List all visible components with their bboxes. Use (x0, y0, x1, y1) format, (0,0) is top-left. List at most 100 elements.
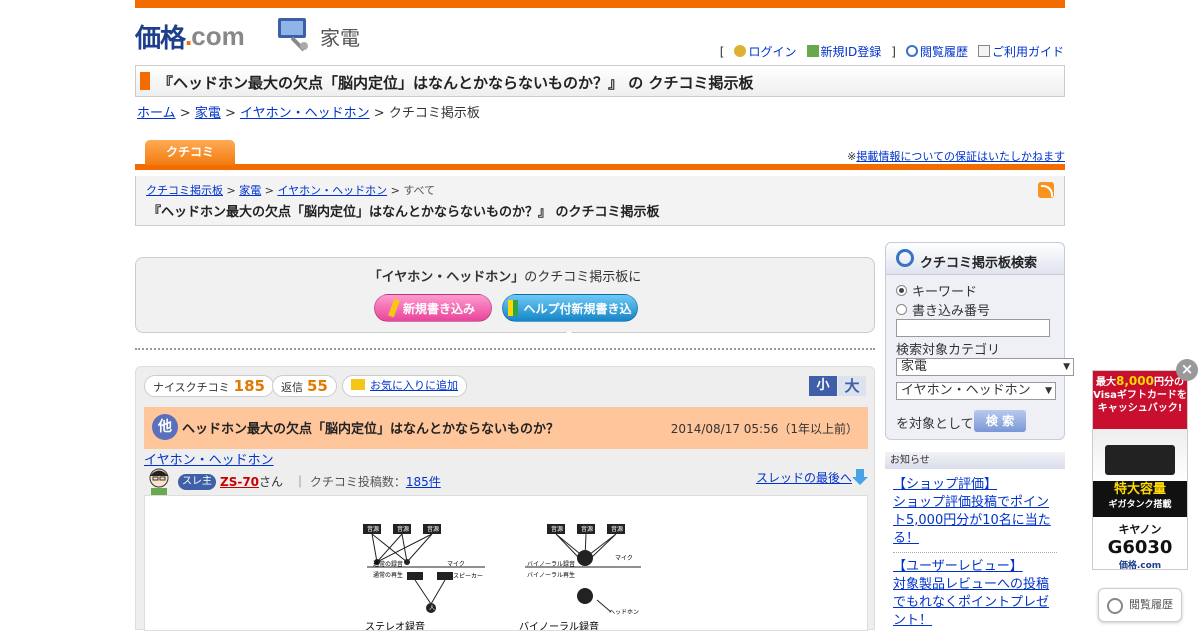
bracket-open: [ (719, 44, 725, 59)
down-arrow-icon (852, 469, 868, 485)
radio-keyword-dot[interactable] (896, 285, 907, 296)
diagram-label: マイク (447, 561, 465, 568)
news-item-review-body[interactable]: 対象製品レビューへの投稿でもれなくポイントプレゼント！ (893, 577, 1049, 628)
news-panel: お知らせ 【ショップ評価】 ショップ評価投稿でポイント5,000円分が10名に当… (885, 452, 1065, 630)
news-item-shop-body[interactable]: ショップ評価投稿でポイント5,000円分が10名に当たる！ (893, 495, 1051, 546)
rss-icon[interactable] (1038, 182, 1054, 198)
favorite-link[interactable]: お気に入りに追加 (370, 379, 458, 392)
post-count-label: クチコミ投稿数： (309, 475, 406, 489)
diagram-label: 音源 (367, 525, 379, 533)
news-item-shop-title[interactable]: 【ショップ評価】 (893, 477, 997, 492)
search-header: クチコミ掲示板検索 (886, 243, 1064, 275)
radio-number-dot[interactable] (896, 304, 907, 315)
post-count-link[interactable]: 185件 (406, 475, 441, 489)
reply-count: 55 (307, 377, 328, 395)
thread-header: 他 ヘッドホン最大の欠点「脳内定位」はなんとかならないものか？ 2014/08/… (144, 407, 868, 449)
printer-image (1093, 429, 1187, 481)
ad-model: G6030 (1107, 537, 1173, 558)
category-select-1[interactable]: 家電 (896, 358, 1074, 376)
nice-count: 185 (233, 377, 265, 395)
font-large-button[interactable]: 大 (838, 376, 866, 396)
title-marker (140, 72, 150, 90)
thread-date: 2014/08/17 05:56（1年以上前） (670, 422, 858, 436)
to-last-link[interactable]: スレッドの最後へ (756, 469, 868, 486)
history-link[interactable]: 閲覧履歴 (905, 43, 968, 60)
radio-number[interactable]: 書き込み番号 (896, 300, 990, 319)
tab-kuchikomi[interactable]: クチコミ (145, 140, 235, 165)
user-avatar[interactable] (146, 467, 172, 497)
news-divider (893, 552, 1057, 553)
binaural-diagram: 音源 音源 音源 通常の録音 通常の再生 マイク スピーカー 人 音源 音源 音… (363, 524, 641, 633)
sub-crumb-sep: > (264, 184, 274, 197)
help-post-button[interactable]: ヘルプ付新規書き込み (502, 294, 638, 344)
caption-stereo: ステレオ録音 (365, 620, 425, 630)
login-link[interactable]: ログイン (734, 43, 797, 60)
diagram-label: 音源 (611, 525, 623, 533)
diagram-label: マイク (615, 555, 633, 562)
binaural-diagram-right: 音源 音源 音源 バイノーラル録音 バイノーラル再生 マイク ヘッドホン (525, 524, 641, 616)
help-post-label: ヘルプ付新規書き込み (523, 302, 632, 344)
ad-line2: Visaギフトカードを (1093, 390, 1187, 401)
kakaku-logo[interactable]: 価格. com (135, 20, 245, 53)
breadcrumb-kaden[interactable]: 家電 (195, 106, 221, 121)
category-select-2[interactable]: イヤホン・ヘッドホン (896, 382, 1056, 400)
user-menu: [ ログイン 新規ID登録 ] 閲覧履歴 ご利用ガイド (720, 43, 1064, 60)
sub-crumb-board[interactable]: クチコミ掲示板 (146, 184, 223, 197)
ad-bottom: キヤノン G6030 価格.com (1093, 517, 1187, 571)
board-header-box: クチコミ掲示板 > 家電 > イヤホン・ヘッドホン > すべて 『ヘッドホン最大… (135, 176, 1065, 226)
news-item-review[interactable]: 【ユーザーレビュー】 対象製品レビューへの投稿でもれなくポイントプレゼント！ (893, 558, 1053, 630)
post-lead: 「イヤホン・ヘッドホン」のクチコミ掲示板に (136, 266, 874, 285)
news-item-shop[interactable]: 【ショップ評価】 ショップ評価投稿でポイント5,000円分が10名に当たる！ (893, 476, 1053, 548)
search-title: クチコミ掲示板検索 (920, 256, 1038, 271)
disclaimer-link[interactable]: 掲載情報についての保証はいたしかねます (856, 150, 1065, 163)
history-float-button[interactable]: 閲覧履歴 (1098, 588, 1182, 622)
sub-crumb-kaden[interactable]: 家電 (239, 184, 261, 197)
category-logo[interactable]: 家電 (276, 16, 360, 52)
advertisement[interactable]: 最大8,000円分の Visaギフトカードを キャッシュバック! 特大容量 ギガタンク… (1092, 370, 1188, 571)
folder-icon (351, 379, 365, 390)
owner-badge: スレ主 (178, 474, 216, 490)
thread-category-link[interactable]: イヤホン・ヘッドホン (144, 449, 274, 468)
favorite-pill[interactable]: お気に入りに追加 (342, 375, 467, 397)
breadcrumb-sep: > (224, 106, 236, 121)
pencil-icon (388, 298, 400, 318)
nice-pill: ナイスクチコミ 185 (144, 375, 274, 397)
logo-text: 価格 (135, 22, 186, 53)
page-title-bar: 『ヘッドホン最大の欠点「脳内定位」はなんとかならないものか？』 の クチコミ掲示… (135, 65, 1065, 97)
sub-crumb-sep: > (226, 184, 236, 197)
tab-row: クチコミ ※掲載情報についての保証はいたしかねます (135, 140, 1065, 170)
sub-crumb-earphone[interactable]: イヤホン・ヘッドホン (277, 184, 387, 197)
breadcrumb-home[interactable]: ホーム (137, 106, 176, 121)
radio-keyword[interactable]: キーワード (896, 281, 977, 300)
register-link[interactable]: 新規ID登録 (806, 43, 881, 60)
diagram-label: スピーカー (453, 573, 483, 580)
guide-link[interactable]: ご利用ガイド (977, 43, 1064, 60)
disclaimer: ※掲載情報についての保証はいたしかねます (847, 148, 1065, 164)
post-count: ｜ クチコミ投稿数：185件 (294, 475, 441, 489)
ad-logo: 価格.com (1118, 561, 1162, 571)
diagram-label: ヘッドホン (609, 609, 639, 616)
sub-crumb-sep: > (390, 184, 400, 197)
clock-icon (905, 45, 918, 57)
search-input[interactable] (896, 319, 1050, 337)
new-post-button[interactable]: 新規書き込み (374, 294, 492, 322)
post-lead-category: 「イヤホン・ヘッドホン」 (368, 270, 525, 285)
breadcrumb-earphone[interactable]: イヤホン・ヘッドホン (240, 106, 370, 121)
close-ad-button[interactable]: × (1176, 359, 1198, 381)
disclaimer-prefix: ※ (847, 150, 857, 163)
diagram-label: 音源 (427, 525, 439, 533)
page-title: 『ヘッドホン最大の欠点「脳内定位」はなんとかならないものか？』 の クチコミ掲示… (158, 74, 754, 92)
board-heading: 『ヘッドホン最大の欠点「脳内定位」はなんとかならないものか？』 のクチコミ掲示板 (148, 205, 660, 220)
dotted-divider (135, 348, 875, 350)
news-header: お知らせ (885, 452, 1065, 469)
user-name: ZS-70さん (220, 473, 283, 490)
reply-label: 返信 (281, 381, 303, 394)
search-button[interactable]: 検 索 (974, 410, 1026, 432)
user-link[interactable]: ZS-70 (220, 475, 259, 489)
news-item-review-title[interactable]: 【ユーザーレビュー】 (893, 559, 1023, 574)
diagram-label: バイノーラル録音 (527, 560, 575, 568)
ad-amount: 8,000 (1116, 374, 1154, 388)
ad-line1: 最大 (1096, 377, 1117, 388)
font-small-button[interactable]: 小 (809, 376, 837, 396)
caption-binaural: バイノーラル録音 (519, 620, 599, 630)
